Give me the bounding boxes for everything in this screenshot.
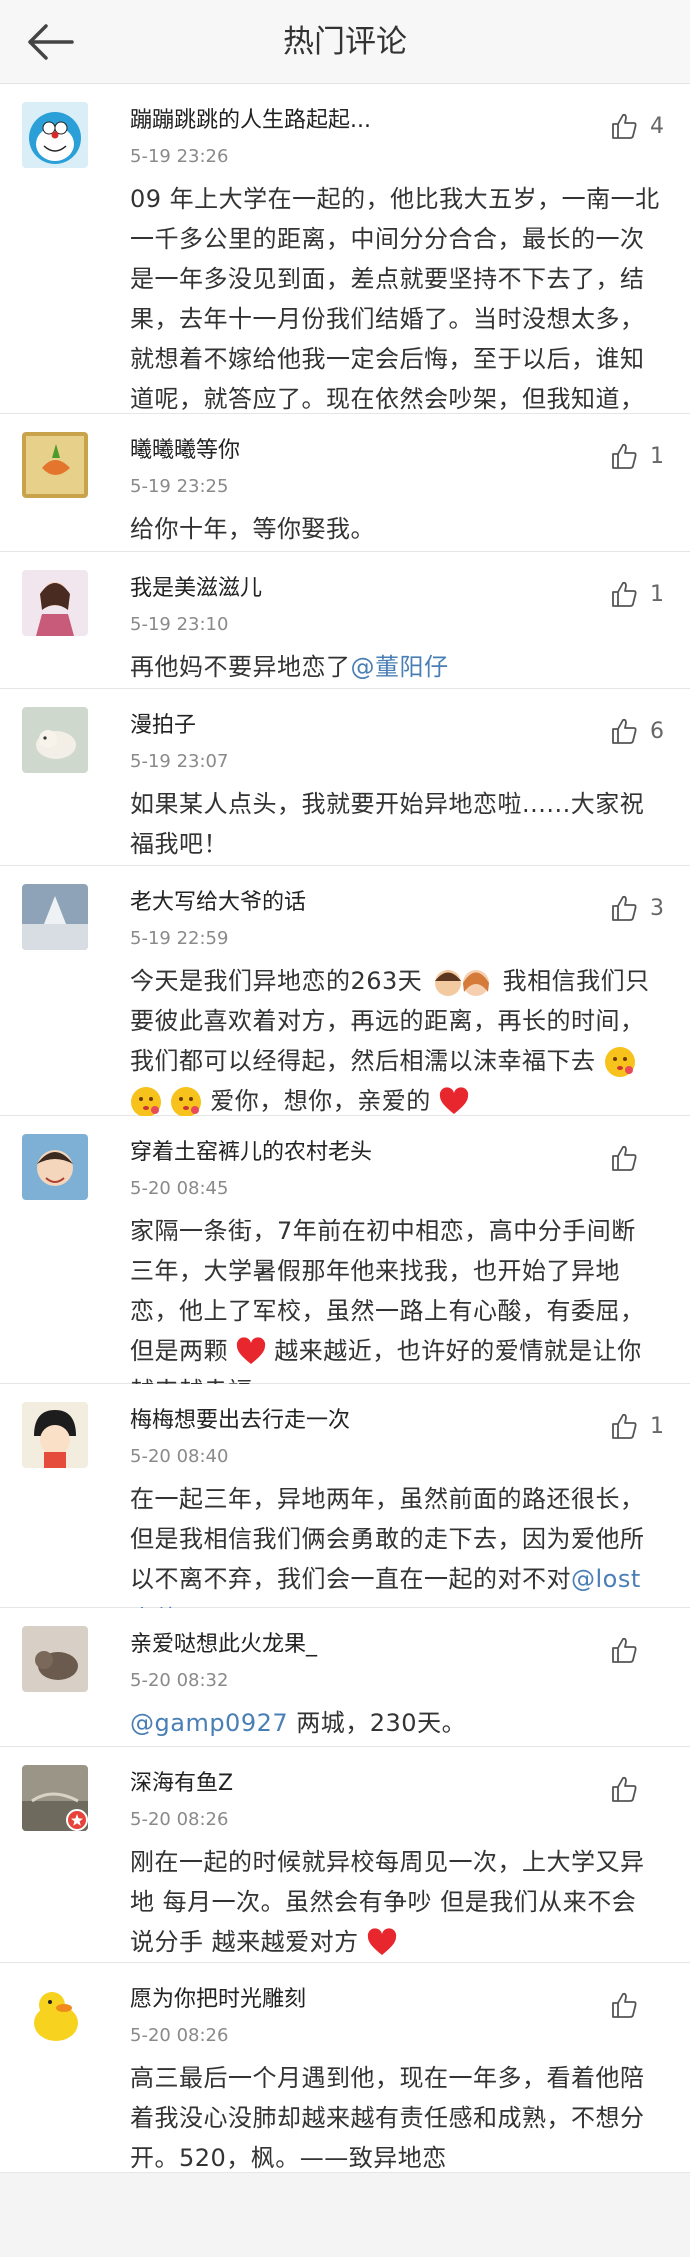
like-count: 1 (650, 443, 664, 469)
red-heart-emoji-icon (439, 1087, 469, 1114)
mention-link[interactable]: @gamp0927 (130, 1709, 288, 1737)
red-heart-emoji-icon (367, 1928, 396, 1955)
comment-text: @gamp0927 两城，230天。 (130, 1703, 660, 1743)
avatar[interactable] (22, 570, 88, 636)
comment-text-body: 今天是我们异地恋的263天 (130, 967, 423, 995)
like-count: 4 (650, 113, 664, 139)
avatar[interactable] (22, 884, 88, 950)
timestamp: 5-19 23:10 (130, 614, 229, 635)
comment-list: 蹦蹦跳跳的人生路起起... 5-19 23:26 09 年上大学在一起的，他比我… (0, 84, 690, 2173)
username[interactable]: 漫拍子 (130, 711, 570, 741)
red-heart-emoji-icon (236, 1337, 266, 1364)
username[interactable]: 穿着土窑裤儿的农村老头 (130, 1138, 570, 1168)
timestamp: 5-19 23:07 (130, 751, 229, 772)
timestamp: 5-20 08:32 (130, 1670, 229, 1691)
like-button[interactable]: 6 (610, 717, 664, 745)
thumbs-up-icon (612, 895, 637, 921)
timestamp: 5-20 08:26 (130, 2025, 229, 2046)
like-button[interactable] (610, 1636, 664, 1664)
username[interactable]: 曦曦曦等你 (130, 436, 570, 466)
username[interactable]: 老大写给大爷的话 (130, 888, 570, 918)
username[interactable]: 愿为你把时光雕刻 (130, 1985, 570, 2015)
comment-item[interactable]: 漫拍子 5-19 23:07 如果某人点头，我就要开始异地恋啦......大家祝… (0, 689, 690, 866)
username[interactable]: 梅梅想要出去行走一次 (130, 1406, 570, 1436)
kissing-face-emoji-icon (131, 1087, 161, 1117)
comment-text: 给你十年，等你娶我。 (130, 515, 375, 543)
comment-item[interactable]: 我是美滋滋儿 5-19 23:10 再他妈不要异地恋了@董阳仔 1 (0, 552, 690, 689)
top-bar: 热门评论 (0, 0, 690, 84)
avatar[interactable] (22, 1134, 88, 1200)
comment-text-body: 爱你，想你，亲爱的 (210, 1087, 431, 1115)
avatar[interactable] (22, 1765, 88, 1831)
like-count: 3 (650, 895, 664, 921)
thumbs-up-icon (612, 443, 637, 469)
like-button[interactable]: 1 (610, 1412, 664, 1440)
comment-text-body: 再他妈不要异地恋了 (130, 653, 351, 681)
username[interactable]: 我是美滋滋儿 (130, 574, 570, 604)
comment-text: 高三最后一个月遇到他，现在一年多，看着他陪着我没心没肺却越来越有责任感和成熟，不… (130, 2064, 645, 2172)
like-button[interactable] (610, 1775, 664, 1803)
comment-item[interactable]: 愿为你把时光雕刻 5-20 08:26 高三最后一个月遇到他，现在一年多，看着他… (0, 1963, 690, 2173)
like-button[interactable]: 1 (610, 442, 664, 470)
comment-item[interactable]: 亲爱哒想此火龙果_ 5-20 08:32 @gamp0927 两城，230天。 (0, 1608, 690, 1747)
thumbs-up-icon (612, 1992, 637, 2018)
thumbs-up-icon (612, 1145, 637, 1171)
username[interactable]: 蹦蹦跳跳的人生路起起... (130, 106, 570, 136)
timestamp: 5-19 23:25 (130, 476, 229, 497)
comment-text-body: 两城，230天。 (288, 1709, 467, 1737)
like-button[interactable] (610, 1144, 664, 1172)
avatar[interactable] (22, 432, 88, 498)
comment-item[interactable]: 深海有鱼Z 5-20 08:26 刚在一起的时候就异校每周见一次，上大学又异地 … (0, 1747, 690, 1963)
comment-text-body: 在一起三年，异地两年，虽然前面的路还很长，但是我相信我们俩会勇敢的走下去，因为爱… (130, 1485, 645, 1593)
avatar[interactable] (22, 707, 88, 773)
thumbs-up-icon (612, 581, 637, 607)
avatar[interactable] (22, 102, 88, 168)
comment-text: 如果某人点头，我就要开始异地恋啦......大家祝福我吧！ (130, 790, 645, 858)
comment-text: 今天是我们异地恋的263天 我相信我们只要彼此喜欢着对方，再远的距离，再长的时间… (130, 961, 660, 1121)
thumbs-up-icon (612, 113, 637, 139)
comment-text: 再他妈不要异地恋了@董阳仔 (130, 647, 660, 687)
timestamp: 5-20 08:26 (130, 1809, 229, 1830)
timestamp: 5-19 22:59 (130, 928, 229, 949)
thumbs-up-icon (612, 1776, 637, 1802)
comment-text-body: 09 年上大学在一起的，他比我大五岁，一南一北一千多公里的距离，中间分分合合，最… (130, 185, 660, 453)
like-button[interactable]: 3 (610, 894, 664, 922)
like-button[interactable] (610, 1991, 664, 2019)
comment-item[interactable]: 曦曦曦等你 5-19 23:25 给你十年，等你娶我。 1 (0, 414, 690, 552)
thumbs-up-icon (612, 718, 637, 744)
comment-text: 家隔一条街，7年前在初中相恋，高中分手间断三年，大学暑假那年他来找我，也开始了异… (130, 1211, 660, 1411)
like-button[interactable]: 4 (610, 112, 664, 140)
verified-badge-icon (66, 1809, 88, 1831)
comment-item[interactable]: 蹦蹦跳跳的人生路起起... 5-19 23:26 09 年上大学在一起的，他比我… (0, 84, 690, 455)
page-title: 热门评论 (283, 24, 407, 60)
mention-link[interactable]: @董阳仔 (351, 653, 449, 681)
kissing-face-emoji-icon (604, 1047, 635, 1077)
comment-text: 刚在一起的时候就异校每周见一次，上大学又异地 每月一次。虽然会有争吵 但是我们从… (130, 1842, 660, 1962)
username[interactable]: 亲爱哒想此火龙果_ (130, 1630, 570, 1660)
comment-item[interactable]: 老大写给大爷的话 5-19 22:59 今天是我们异地恋的263天 我相信我们只… (0, 866, 690, 1117)
kissing-face-emoji-icon (171, 1087, 202, 1117)
username[interactable]: 深海有鱼Z (130, 1769, 570, 1799)
thumbs-up-icon (612, 1637, 637, 1663)
comment-item[interactable]: 穿着土窑裤儿的农村老头 5-20 08:45 家隔一条街，7年前在初中相恋，高中… (0, 1116, 690, 1405)
thumbs-up-icon (612, 1413, 637, 1439)
avatar[interactable] (22, 1626, 88, 1692)
like-count: 1 (650, 1413, 664, 1439)
comment-item[interactable]: 梅梅想要出去行走一次 5-20 08:40 在一起三年，异地两年，虽然前面的路还… (0, 1384, 690, 1633)
timestamp: 5-20 08:40 (130, 1446, 229, 1467)
couple-emoji-icon (435, 970, 490, 996)
avatar[interactable] (22, 1402, 88, 1468)
avatar[interactable] (22, 1981, 88, 2047)
timestamp: 5-20 08:45 (130, 1178, 229, 1199)
like-count: 6 (650, 718, 664, 744)
timestamp: 5-19 23:26 (130, 146, 229, 167)
like-count: 1 (650, 581, 664, 607)
like-button[interactable]: 1 (610, 580, 664, 608)
